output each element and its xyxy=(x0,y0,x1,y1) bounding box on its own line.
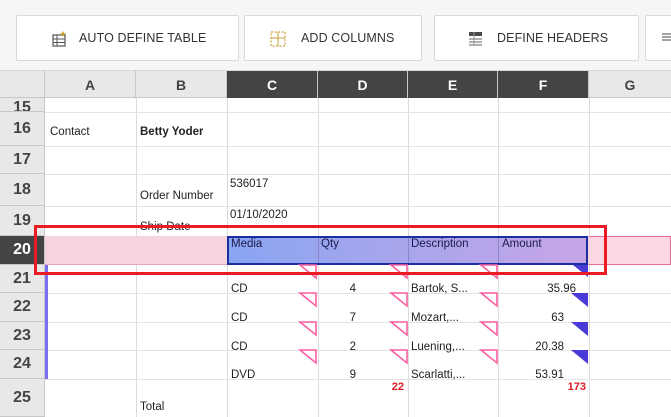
marker-tri xyxy=(478,349,498,365)
marker-tri xyxy=(297,321,317,337)
row3-amount[interactable]: 20.38 xyxy=(498,341,564,353)
marker-tri xyxy=(297,349,317,365)
total-amount[interactable]: 173 xyxy=(498,381,586,393)
row2-amount[interactable]: 63 xyxy=(498,312,564,324)
row1-amount[interactable]: 35.96 xyxy=(498,283,576,295)
marker-tri xyxy=(478,292,498,308)
marker-fill xyxy=(571,350,588,364)
marker-tri xyxy=(478,321,498,337)
total-qty[interactable]: 22 xyxy=(318,381,404,393)
marker-tri xyxy=(297,292,317,308)
row2-description[interactable]: Mozart,... xyxy=(411,312,459,324)
row4-media[interactable]: DVD xyxy=(231,369,255,381)
row4-amount[interactable]: 53.91 xyxy=(498,369,564,381)
marker-tri xyxy=(388,321,408,337)
row4-qty[interactable]: 9 xyxy=(318,369,356,381)
row3-qty[interactable]: 2 xyxy=(318,341,356,353)
cell-markers xyxy=(297,264,588,365)
row1-qty[interactable]: 4 xyxy=(318,283,356,295)
highlight-annotation-box xyxy=(34,225,607,275)
row3-media[interactable]: CD xyxy=(231,341,248,353)
marker-fill xyxy=(571,322,588,336)
row1-media[interactable]: CD xyxy=(231,283,248,295)
row2-media[interactable]: CD xyxy=(231,312,248,324)
marker-tri xyxy=(388,349,408,365)
row4-description[interactable]: Scarlatti,... xyxy=(411,369,465,381)
marker-tri xyxy=(388,292,408,308)
row2-qty[interactable]: 7 xyxy=(318,312,356,324)
row1-description[interactable]: Bartok, S... xyxy=(411,283,468,295)
row3-description[interactable]: Luening,... xyxy=(411,341,465,353)
